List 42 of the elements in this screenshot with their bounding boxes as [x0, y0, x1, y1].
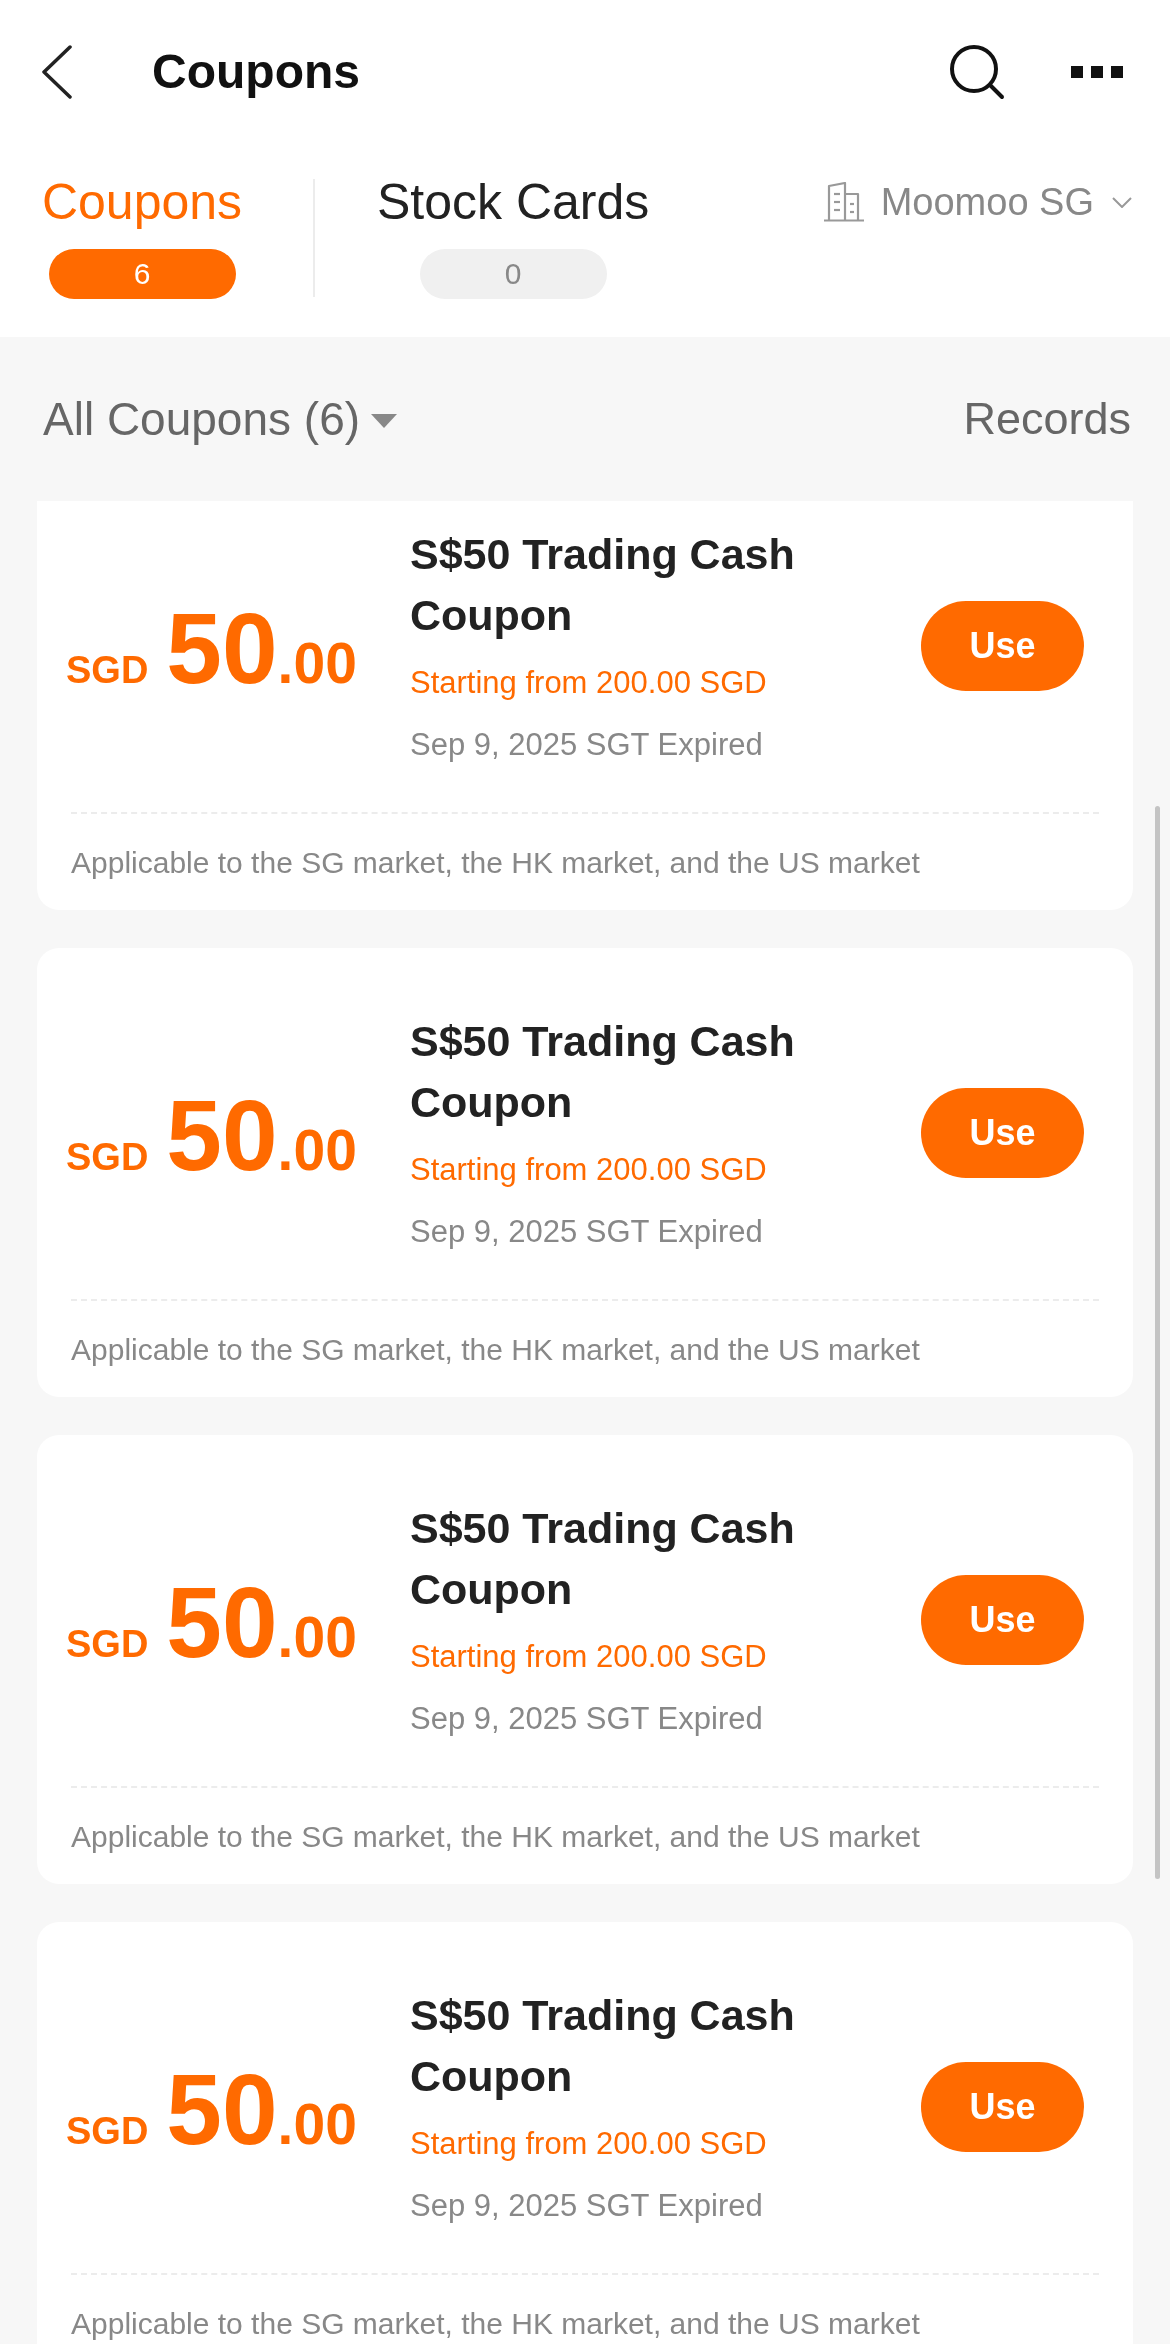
tab[interactable]: Coupons 6 — [41, 177, 243, 299]
account-selector[interactable]: Moomoo SG — [822, 177, 1132, 227]
coupon-title: S$50 Trading Cash Coupon — [410, 529, 796, 641]
count-badge: 6 — [48, 249, 236, 299]
coupon-amount: 50.00 — [166, 1571, 357, 1680]
minimum-spend: Starting from 200.00 SGD — [410, 664, 768, 702]
use-button[interactable]: Use — [921, 600, 1084, 691]
caret-down-icon — [371, 414, 398, 428]
expiry-date: Sep 9, 2025 SGT Expired — [410, 726, 764, 764]
building-icon — [822, 182, 865, 222]
use-button[interactable]: Use — [921, 2061, 1084, 2152]
coupon-filter-dropdown[interactable]: All Coupons (6) — [43, 384, 398, 454]
expiry-date: Sep 9, 2025 SGT Expired — [410, 1700, 764, 1738]
market-scope: Applicable to the SG market, the HK market, and the US market — [71, 1332, 921, 1368]
chevron-down-icon — [1112, 196, 1132, 208]
use-button[interactable]: Use — [921, 1087, 1084, 1178]
records-link[interactable]: Records — [963, 385, 1131, 453]
coupon-amount: 50.00 — [166, 597, 357, 706]
coupon-title: S$50 Trading Cash Coupon — [410, 1503, 796, 1615]
back-icon[interactable] — [41, 45, 72, 99]
coupon-title: S$50 Trading Cash Coupon — [410, 1016, 796, 1128]
currency-label: SGD — [66, 649, 149, 690]
currency-label: SGD — [66, 2110, 149, 2151]
minimum-spend: Starting from 200.00 SGD — [410, 2125, 768, 2163]
search-icon[interactable] — [949, 44, 1005, 100]
page-title: Coupons — [152, 44, 360, 100]
use-button[interactable]: Use — [921, 1574, 1084, 1665]
minimum-spend: Starting from 200.00 SGD — [410, 1638, 768, 1676]
more-icon[interactable] — [1071, 66, 1123, 78]
currency-label: SGD — [66, 1623, 149, 1664]
market-scope: Applicable to the SG market, the HK market, and the US market — [71, 1819, 921, 1855]
currency-label: SGD — [66, 1136, 149, 1177]
coupon-amount: 50.00 — [166, 2058, 357, 2167]
expiry-date: Sep 9, 2025 SGT Expired — [410, 2187, 764, 2225]
count-badge: 0 — [419, 249, 607, 299]
coupon-amount: 50.00 — [166, 1084, 357, 1193]
coupon-title: S$50 Trading Cash Coupon — [410, 1990, 796, 2102]
market-scope: Applicable to the SG market, the HK market, and the US market — [71, 2306, 921, 2342]
tab[interactable]: Stock Cards 0 — [377, 177, 650, 299]
minimum-spend: Starting from 200.00 SGD — [410, 1151, 768, 1189]
market-scope: Applicable to the SG market, the HK market, and the US market — [71, 845, 921, 881]
expiry-date: Sep 9, 2025 SGT Expired — [410, 1213, 764, 1251]
